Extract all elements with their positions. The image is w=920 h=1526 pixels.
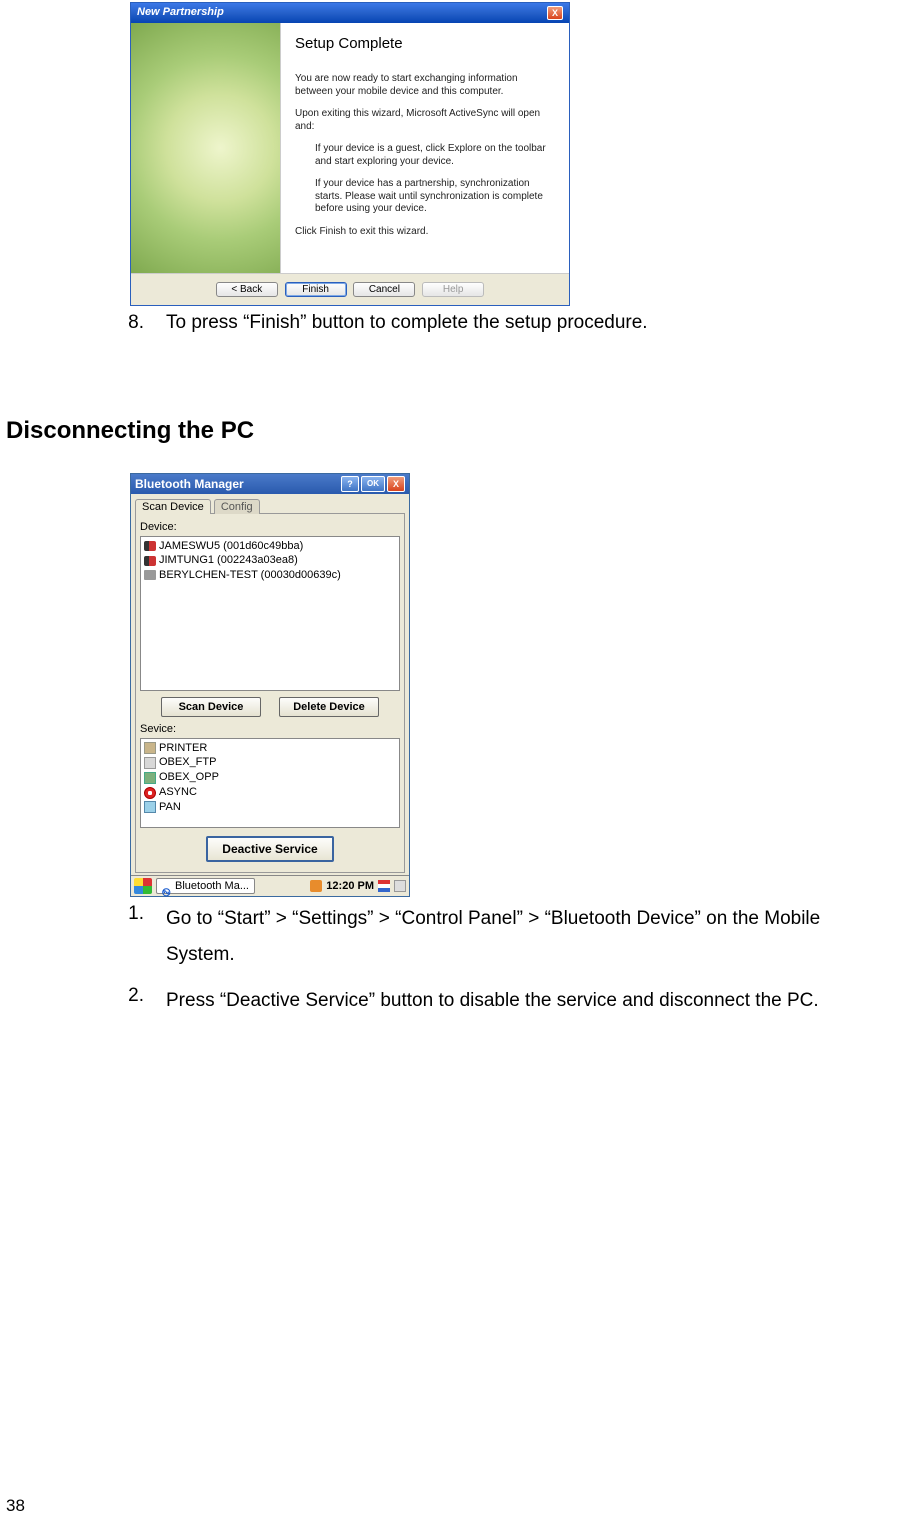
folder-icon [144,757,156,769]
lock-icon [144,570,156,580]
finish-button[interactable]: Finish [285,282,347,297]
cancel-button[interactable]: Cancel [353,282,415,297]
start-icon[interactable] [134,878,152,894]
wizard-footer: < Back Finish Cancel Help [131,273,569,305]
device-item[interactable]: BERYLCHEN-TEST (00030d00639c) [144,568,396,583]
help-icon[interactable]: ? [341,476,359,492]
back-button[interactable]: < Back [216,282,278,297]
key-icon [144,556,156,566]
service-item[interactable]: OBEX_FTP [144,755,396,770]
network-icon [144,801,156,813]
bt-titlebar: Bluetooth Manager ? OK X [131,474,409,494]
device-list[interactable]: JAMESWU5 (001d60c49bba) JIMTUNG1 (002243… [140,536,400,691]
wizard-title: New Partnership [137,6,224,19]
wizard-sidebar-image [131,23,281,273]
device-item-label: BERYLCHEN-TEST (00030d00639c) [159,569,341,581]
service-item-label: OBEX_OPP [159,770,219,785]
service-item[interactable]: PRINTER [144,741,396,756]
tray-icon[interactable] [310,880,322,892]
deactive-service-button[interactable]: Deactive Service [206,836,333,862]
bluetooth-icon: ࿊ [162,880,172,892]
service-item-label: PAN [159,800,181,815]
service-item-label: OBEX_FTP [159,755,216,770]
ok-button[interactable]: OK [361,476,385,492]
step-1-number: 1. [120,901,166,973]
step-1-text: Go to “Start” > “Settings” > “Control Pa… [166,901,890,973]
bluetooth-manager-window: Bluetooth Manager ? OK X Scan Device Con… [130,473,410,897]
printer-icon [144,742,156,754]
tab-config[interactable]: Config [214,499,260,514]
wizard-content: Setup Complete You are now ready to star… [281,23,569,273]
step-8-text: To press “Finish” button to complete the… [166,310,890,337]
service-item-label: ASYNC [159,785,197,800]
taskbar-app-label: Bluetooth Ma... [175,880,249,892]
page-number: 38 [6,1496,25,1516]
step-2-number: 2. [120,983,166,1019]
device-item[interactable]: JAMESWU5 (001d60c49bba) [144,539,396,554]
service-list[interactable]: PRINTER OBEX_FTP OBEX_OPP ASYNC PAN [140,738,400,828]
bt-title: Bluetooth Manager [135,477,244,491]
service-label: Sevice: [140,723,400,735]
help-button: Help [422,282,484,297]
service-item[interactable]: PAN [144,800,396,815]
scan-device-button[interactable]: Scan Device [161,697,261,717]
close-icon[interactable]: X [547,6,563,20]
keyboard-icon[interactable] [394,880,406,892]
delete-device-button[interactable]: Delete Device [279,697,379,717]
wizard-heading: Setup Complete [295,35,555,53]
taskbar-app-button[interactable]: ࿊ Bluetooth Ma... [156,878,255,894]
sync-icon [144,787,156,799]
transfer-icon [144,772,156,784]
wizard-titlebar: New Partnership X [131,3,569,23]
wizard-bullet-2: If your device has a partnership, synchr… [315,178,555,216]
tab-scan-device[interactable]: Scan Device [135,499,211,514]
step-8-number: 8. [120,310,166,337]
wizard-text-3: Click Finish to exit this wizard. [295,226,555,239]
service-item-label: PRINTER [159,741,207,756]
device-item-label: JAMESWU5 (001d60c49bba) [159,540,303,552]
key-icon [144,541,156,551]
taskbar-time: 12:20 PM [326,880,374,892]
device-item-label: JIMTUNG1 (002243a03ea8) [159,554,298,566]
taskbar: ࿊ Bluetooth Ma... 12:20 PM [131,875,409,896]
device-label: Device: [140,521,400,533]
wizard-text-1: You are now ready to start exchanging in… [295,73,555,98]
step-2-text: Press “Deactive Service” button to disab… [166,983,890,1019]
device-item[interactable]: JIMTUNG1 (002243a03ea8) [144,553,396,568]
section-heading: Disconnecting the PC [6,417,900,445]
wizard-text-2: Upon exiting this wizard, Microsoft Acti… [295,108,555,133]
bt-tabs: Scan Device Config [135,498,405,513]
close-icon[interactable]: X [387,476,405,492]
wizard-bullet-1: If your device is a guest, click Explore… [315,143,555,168]
service-item[interactable]: ASYNC [144,785,396,800]
service-item[interactable]: OBEX_OPP [144,770,396,785]
new-partnership-window: New Partnership X Setup Complete You are… [130,2,570,306]
tray-icon[interactable] [378,880,390,892]
